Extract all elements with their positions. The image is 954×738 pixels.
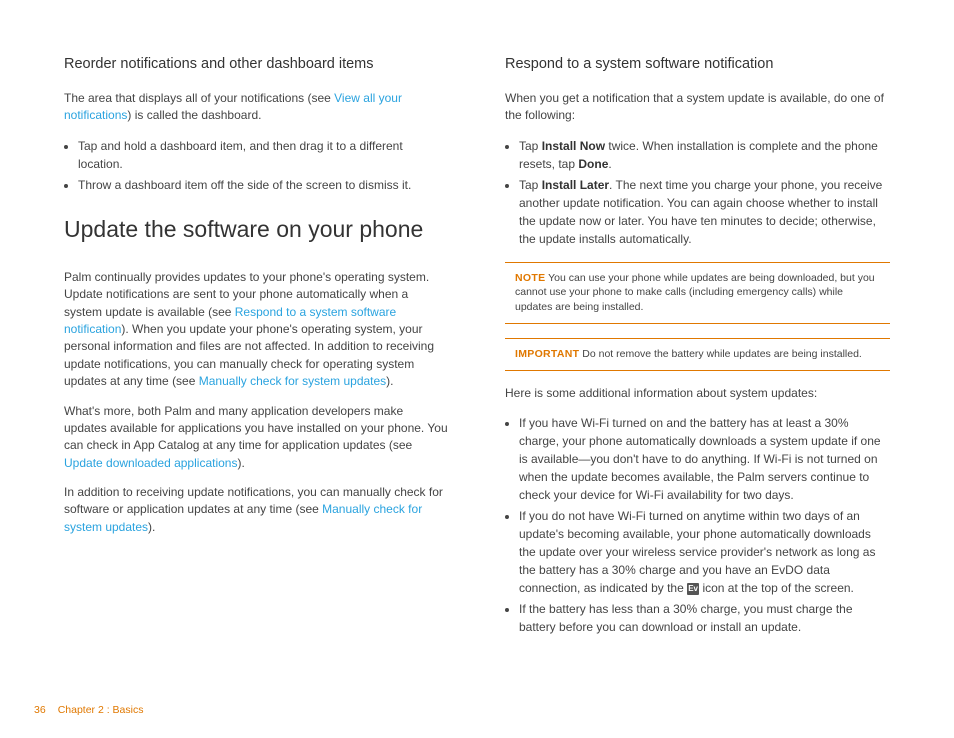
chapter-label: Chapter 2 : Basics xyxy=(58,704,144,716)
evdo-icon: Ev xyxy=(687,583,699,595)
important-box: IMPORTANT Do not remove the battery whil… xyxy=(505,338,890,371)
list-item: If you do not have Wi-Fi turned on anyti… xyxy=(519,507,890,597)
list-respond: Tap Install Now twice. When installation… xyxy=(505,137,890,248)
list-item: Tap Install Now twice. When installation… xyxy=(519,137,890,173)
right-column: Respond to a system software notificatio… xyxy=(505,56,890,650)
para-update-3: In addition to receiving update notifica… xyxy=(64,484,449,536)
heading-update-software: Update the software on your phone xyxy=(64,216,449,243)
text: ). xyxy=(386,374,393,388)
link-update-apps[interactable]: Update downloaded applications xyxy=(64,456,237,470)
list-item: If you have Wi-Fi turned on and the batt… xyxy=(519,414,890,504)
list-item: Tap and hold a dashboard item, and then … xyxy=(78,137,449,173)
left-column: Reorder notifications and other dashboar… xyxy=(64,56,449,650)
heading-respond: Respond to a system software notificatio… xyxy=(505,56,890,72)
text: icon at the top of the screen. xyxy=(699,581,854,595)
text: What's more, both Palm and many applicat… xyxy=(64,404,448,453)
list-item: If the battery has less than a 30% charg… xyxy=(519,600,890,636)
bold-install-later: Install Later xyxy=(542,178,609,192)
bold-done: Done xyxy=(578,157,608,171)
heading-reorder: Reorder notifications and other dashboar… xyxy=(64,56,449,72)
text: ). xyxy=(237,456,244,470)
para-respond-intro: When you get a notification that a syste… xyxy=(505,90,890,125)
text: . xyxy=(608,157,611,171)
important-label: IMPORTANT xyxy=(515,348,579,360)
note-label: NOTE xyxy=(515,272,545,284)
list-item: Throw a dashboard item off the side of t… xyxy=(78,176,449,194)
list-reorder: Tap and hold a dashboard item, and then … xyxy=(64,137,449,194)
para-additional: Here is some additional information abou… xyxy=(505,385,890,402)
note-box: NOTE You can use your phone while update… xyxy=(505,262,890,324)
text: Tap xyxy=(519,139,542,153)
note-text: You can use your phone while updates are… xyxy=(515,272,875,313)
text: ). xyxy=(148,520,155,534)
text: Tap xyxy=(519,178,542,192)
link-manual-check-1[interactable]: Manually check for system updates xyxy=(199,374,386,388)
para-update-2: What's more, both Palm and many applicat… xyxy=(64,403,449,473)
para-update-1: Palm continually provides updates to you… xyxy=(64,269,449,391)
important-text: Do not remove the battery while updates … xyxy=(579,348,862,360)
bold-install-now: Install Now xyxy=(542,139,605,153)
list-item: Tap Install Later. The next time you cha… xyxy=(519,176,890,248)
page-number: 36 xyxy=(34,704,46,716)
list-additional: If you have Wi-Fi turned on and the batt… xyxy=(505,414,890,636)
text: The area that displays all of your notif… xyxy=(64,91,334,105)
page-footer: 36 Chapter 2 : Basics xyxy=(34,704,143,716)
para-dashboard: The area that displays all of your notif… xyxy=(64,90,449,125)
text: ) is called the dashboard. xyxy=(127,108,261,122)
